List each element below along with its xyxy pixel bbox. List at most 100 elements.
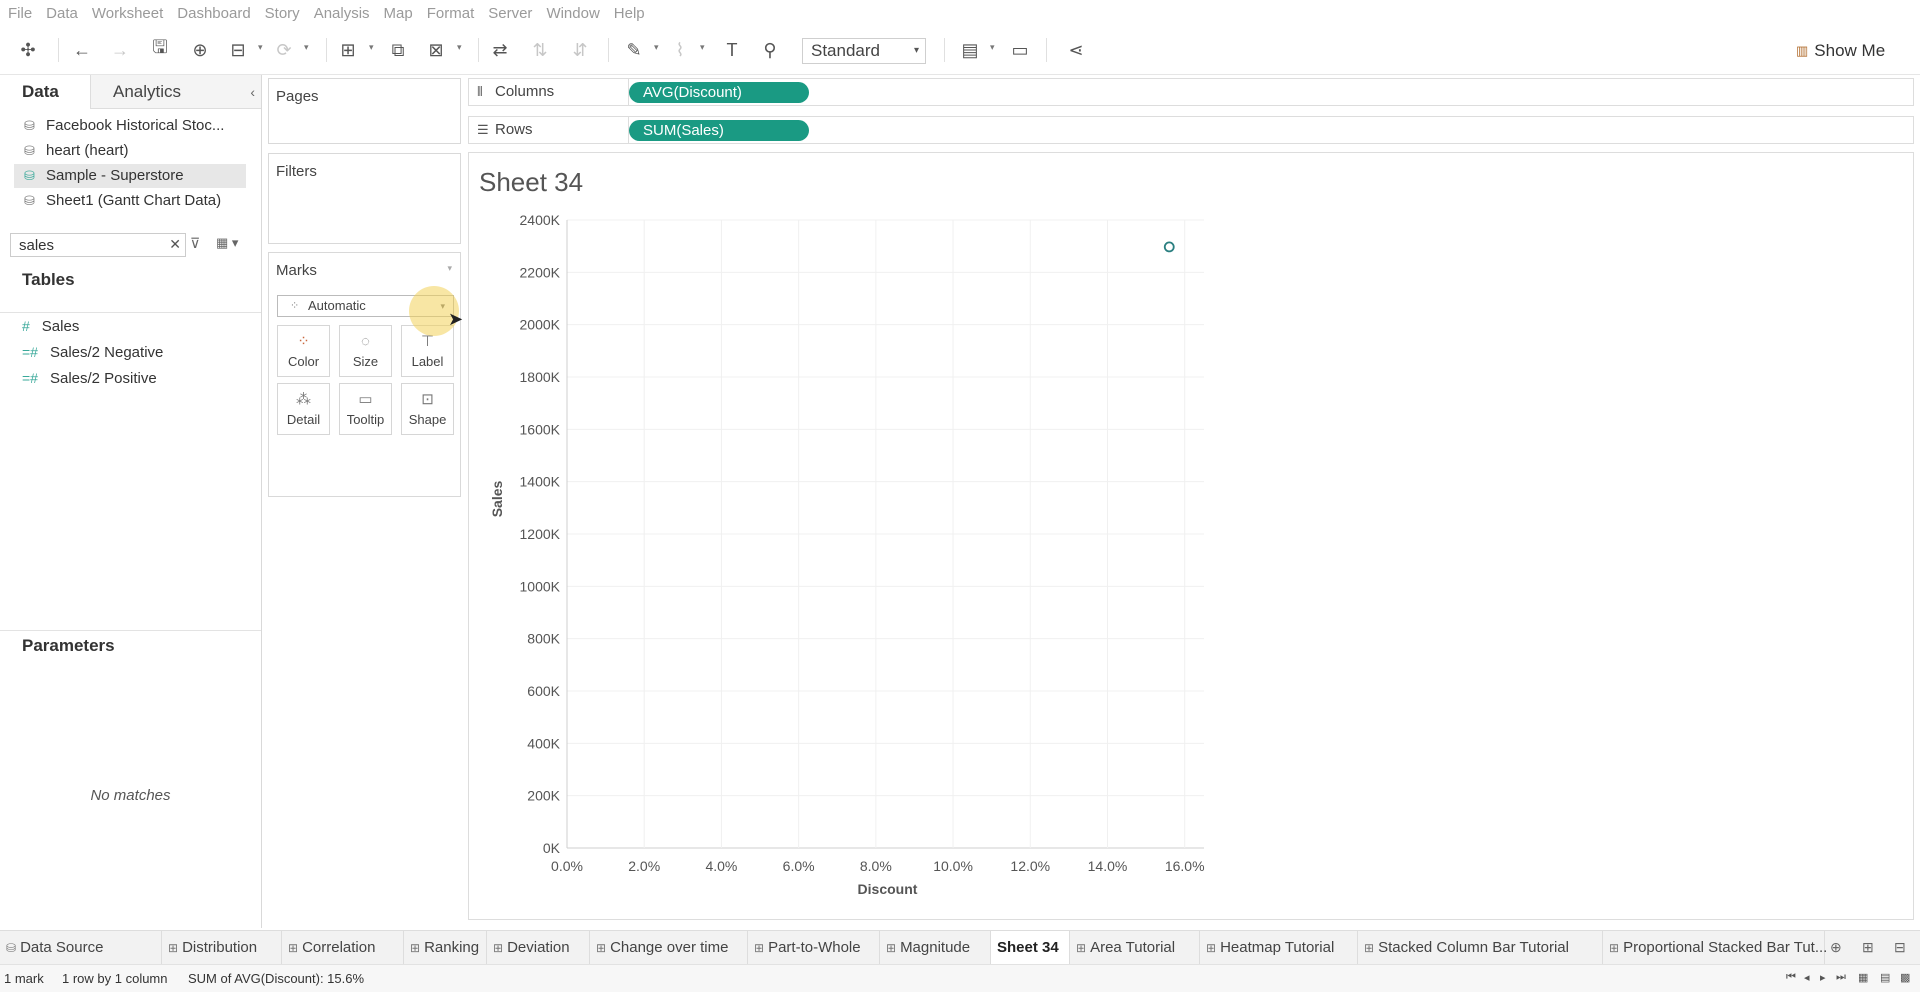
columns-pill[interactable]: AVG(Discount) — [629, 82, 809, 103]
chevron-down-icon[interactable]: ▾ — [700, 42, 705, 53]
first-sheet-icon[interactable]: ⏮ — [1786, 971, 1796, 984]
chevron-down-icon[interactable]: ▾ — [304, 42, 309, 53]
menu-story[interactable]: Story — [265, 5, 300, 22]
chevron-down-icon[interactable]: ▾ — [457, 42, 462, 53]
worksheet-icon: ⊞ — [754, 941, 765, 955]
tabs-view-icon[interactable]: ▩ — [1900, 971, 1910, 984]
sheet-tab[interactable]: ⊞ Proportional Stacked Bar Tut... — [1603, 931, 1827, 965]
filter-icon[interactable]: ⊽ — [190, 235, 200, 252]
shape-button[interactable]: ⊡ Shape — [401, 383, 454, 435]
tableau-logo-icon[interactable]: ✣ — [14, 36, 42, 64]
duplicate-sheet-icon[interactable]: ⧉ — [384, 36, 412, 64]
grid-view-icon[interactable]: ▦ — [1858, 971, 1868, 984]
last-sheet-icon[interactable]: ⏭ — [1836, 971, 1846, 984]
color-icon: ⁘ — [297, 333, 310, 350]
fit-select[interactable]: Standard ▾ — [802, 38, 926, 64]
menu-help[interactable]: Help — [614, 5, 645, 22]
sort-descending-icon[interactable]: ⇵ — [566, 36, 594, 64]
sheet-tab[interactable]: ⊞ Stacked Column Bar Tutorial — [1358, 931, 1603, 965]
redo-icon[interactable]: → — [106, 36, 134, 64]
sheet-tab[interactable]: ⊞ Deviation — [487, 931, 590, 965]
new-datasource-icon[interactable]: ⊕ — [186, 36, 214, 64]
sheet-tab-active[interactable]: Sheet 34 — [991, 931, 1070, 965]
chevron-down-icon[interactable]: ▾ — [447, 263, 452, 274]
marks-title: Marks — [276, 262, 317, 279]
show-mark-labels-icon[interactable]: T — [718, 36, 746, 64]
presentation-mode-icon[interactable]: ▭ — [1006, 36, 1034, 64]
filmstrip-view-icon[interactable]: ▤ — [1880, 971, 1890, 984]
share-icon[interactable]: ⋖ — [1062, 36, 1090, 64]
menu-format[interactable]: Format — [427, 5, 475, 22]
chevron-down-icon[interactable]: ▾ — [258, 42, 263, 53]
next-sheet-icon[interactable]: ▸ — [1820, 971, 1826, 984]
sheet-tab[interactable]: ⊞ Part-to-Whole — [748, 931, 880, 965]
columns-shelf[interactable]: ⦀ Columns AVG(Discount) — [468, 78, 1914, 106]
new-datasource-tab-icon[interactable]: ⊕ — [1830, 939, 1842, 956]
tooltip-button[interactable]: ▭ Tooltip — [339, 383, 392, 435]
menu-bar: File Data Worksheet Dashboard Story Anal… — [0, 0, 1920, 26]
group-members-icon[interactable]: ⌇ — [666, 36, 694, 64]
tab-analytics[interactable]: Analytics ‹ — [90, 75, 261, 109]
close-icon[interactable]: ✕ — [169, 236, 181, 253]
field-item[interactable]: =# Sales/2 Positive — [22, 370, 157, 387]
swap-rows-columns-icon[interactable]: ⇄ — [486, 36, 514, 64]
worksheet-icon: ⊞ — [1076, 941, 1087, 955]
show-cards-icon[interactable]: ▤ — [956, 36, 984, 64]
rows-shelf[interactable]: ☰ Rows SUM(Sales) — [468, 116, 1914, 144]
datasource-item-selected[interactable]: ⛁ Sample - Superstore — [14, 164, 246, 188]
pages-card[interactable]: Pages — [268, 78, 461, 144]
rows-pill[interactable]: SUM(Sales) — [629, 120, 809, 141]
color-button[interactable]: ⁘ Color — [277, 325, 330, 377]
filters-title: Filters — [276, 163, 317, 180]
database-icon: ⛁ — [6, 941, 17, 955]
prev-sheet-icon[interactable]: ◂ — [1804, 971, 1810, 984]
show-me-button[interactable]: ▥ Show Me — [1796, 38, 1885, 64]
undo-icon[interactable]: ← — [68, 36, 96, 64]
size-button[interactable]: ◌ Size — [339, 325, 392, 377]
menu-window[interactable]: Window — [546, 5, 599, 22]
menu-worksheet[interactable]: Worksheet — [92, 5, 163, 22]
sheet-tab[interactable]: ⊞ Area Tutorial — [1070, 931, 1200, 965]
sheet-tab[interactable]: ⊞ Correlation — [282, 931, 404, 965]
view-options-icon[interactable]: ▦ ▾ — [216, 235, 238, 251]
new-dashboard-tab-icon[interactable]: ⊟ — [1894, 939, 1906, 956]
new-worksheet-icon[interactable]: ⊞ — [334, 36, 362, 64]
tab-analytics-label: Analytics — [113, 82, 182, 101]
save-icon[interactable]: 🖫 — [146, 36, 174, 64]
sheet-tab[interactable]: ⊞ Magnitude — [880, 931, 991, 965]
clear-sheet-icon[interactable]: ⊠ — [422, 36, 450, 64]
datasource-item[interactable]: ⛁ Sheet1 (Gantt Chart Data) — [14, 189, 246, 213]
collapse-pane-icon[interactable]: ‹ — [250, 75, 255, 109]
highlight-icon[interactable]: ✎ — [620, 36, 648, 64]
datasource-item[interactable]: ⛁ heart (heart) — [14, 139, 246, 163]
chevron-down-icon[interactable]: ▾ — [369, 42, 374, 53]
menu-map[interactable]: Map — [384, 5, 413, 22]
detail-button[interactable]: ⁂ Detail — [277, 383, 330, 435]
menu-dashboard[interactable]: Dashboard — [177, 5, 250, 22]
sort-ascending-icon[interactable]: ⇅ — [526, 36, 554, 64]
chevron-down-icon[interactable]: ▾ — [990, 42, 995, 53]
menu-analysis[interactable]: Analysis — [314, 5, 370, 22]
sheet-tab[interactable]: ⛁ Data Source — [0, 931, 162, 965]
sheet-tab[interactable]: ⊞ Change over time — [590, 931, 748, 965]
pages-title: Pages — [276, 88, 319, 105]
sheet-tab[interactable]: ⊞ Ranking — [404, 931, 487, 965]
menu-data[interactable]: Data — [46, 5, 78, 22]
sheet-tab-label: Distribution — [182, 939, 258, 956]
tab-data[interactable]: Data — [0, 75, 90, 109]
field-item[interactable]: =# Sales/2 Negative — [22, 344, 163, 361]
refresh-icon[interactable]: ⟳ — [270, 36, 298, 64]
datasource-item[interactable]: ⛁ Facebook Historical Stoc... — [14, 114, 246, 138]
sheet-tab[interactable]: ⊞ Distribution — [162, 931, 282, 965]
menu-server[interactable]: Server — [488, 5, 532, 22]
filters-card[interactable]: Filters — [268, 153, 461, 244]
y-tick-label: 1000K — [520, 578, 561, 594]
field-item[interactable]: # Sales — [22, 318, 79, 335]
fix-axes-icon[interactable]: ⚲ — [756, 36, 784, 64]
chevron-down-icon[interactable]: ▾ — [654, 42, 659, 53]
new-worksheet-tab-icon[interactable]: ⊞ — [1862, 939, 1874, 956]
pause-updates-icon[interactable]: ⊟ — [224, 36, 252, 64]
menu-file[interactable]: File — [8, 5, 32, 22]
search-input[interactable] — [17, 234, 171, 256]
sheet-tab[interactable]: ⊞ Heatmap Tutorial — [1200, 931, 1358, 965]
